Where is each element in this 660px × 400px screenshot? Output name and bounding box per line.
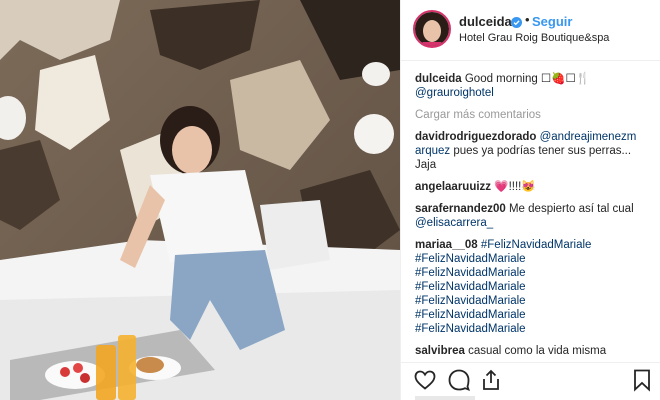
hashtag-link[interactable]: #FelizNavidadMariale: [415, 252, 651, 266]
hashtag-link[interactable]: #FelizNavidadMariale: [415, 280, 651, 294]
likes-count-cropped: [415, 396, 475, 400]
comment-text: 💗!!!!😻: [494, 181, 536, 193]
comment-text: Me despierto así tal cual: [505, 203, 634, 215]
share-icon[interactable]: [479, 368, 503, 397]
hashtag-link[interactable]: #FelizNavidadMariale: [481, 239, 592, 251]
hashtag-link[interactable]: #FelizNavidadMariale: [415, 294, 651, 308]
location-link[interactable]: Hotel Grau Roig Boutique&spa: [459, 32, 609, 44]
comment-username[interactable]: mariaa__08: [415, 239, 478, 251]
comment-username[interactable]: angelaaruuizz: [415, 181, 491, 193]
comment: salvibrea casual como la vida misma: [415, 344, 651, 358]
hashtag-link[interactable]: #FelizNavidadMariale: [415, 308, 651, 322]
comment-username[interactable]: davidrodriguezdorado: [415, 131, 536, 143]
post-side-panel: dulceida • Seguir Hotel Grau Roig Boutiq…: [400, 0, 660, 400]
avatar[interactable]: [413, 10, 451, 48]
verified-badge-icon: [511, 15, 522, 33]
load-more-comments-button[interactable]: Cargar más comentarios: [415, 108, 651, 122]
comment-icon[interactable]: [447, 368, 471, 397]
follow-button[interactable]: Seguir: [532, 14, 572, 29]
comment-text: casual como la vida misma: [464, 345, 607, 357]
hashtag-link[interactable]: #FelizNavidadMariale: [415, 322, 651, 336]
comment-username[interactable]: salvibrea: [415, 345, 465, 357]
post-photo[interactable]: [0, 0, 400, 400]
avatar-image: [415, 12, 449, 46]
post-header: dulceida • Seguir Hotel Grau Roig Boutiq…: [401, 0, 660, 60]
header-username[interactable]: dulceida: [459, 14, 512, 29]
comment: davidrodriguezdorado @andreajimenezm arq…: [415, 130, 651, 172]
comment: mariaa__08 #FelizNavidadMariale #FelizNa…: [415, 238, 651, 336]
comment-username[interactable]: sarafernandez00: [415, 203, 506, 215]
separator: •: [525, 12, 530, 27]
caption-username[interactable]: dulceida: [415, 73, 462, 85]
bookmark-icon[interactable]: [631, 368, 653, 397]
comment: sarafernandez00 Me despierto así tal cua…: [415, 202, 651, 230]
caption: dulceida Good morning ☐🍓☐🍴 @grauroighote…: [415, 72, 651, 100]
post-image: [0, 0, 400, 400]
header-divider: [401, 60, 660, 61]
comments-list: dulceida Good morning ☐🍓☐🍴 @grauroighote…: [415, 72, 651, 366]
hashtag-link[interactable]: #FelizNavidadMariale: [415, 266, 651, 280]
caption-mention[interactable]: @grauroighotel: [415, 87, 494, 99]
comment-mention[interactable]: @elisacarrera_: [415, 217, 493, 229]
heart-icon[interactable]: [413, 368, 437, 397]
caption-text: Good morning ☐🍓☐🍴: [464, 73, 591, 85]
action-bar: [401, 362, 660, 400]
comment: angelaaruuizz 💗!!!!😻: [415, 180, 651, 194]
